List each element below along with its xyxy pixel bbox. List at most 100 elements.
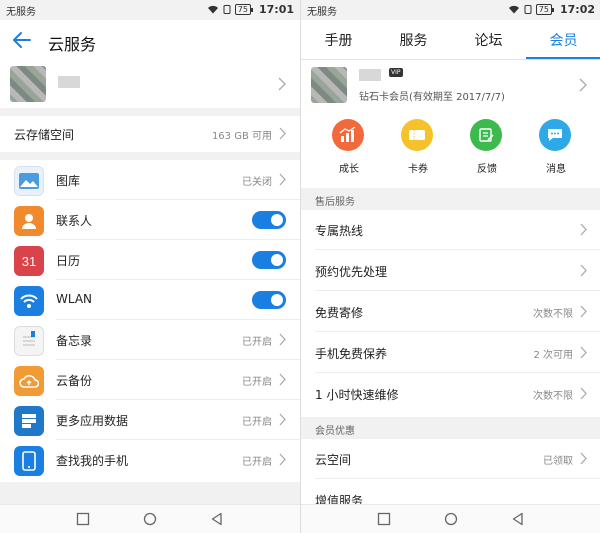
row-label: 云空间: [315, 453, 352, 467]
row-label: 增值服务: [315, 494, 364, 504]
active-tab-indicator: [526, 57, 600, 59]
quick-action-label: 成长: [339, 164, 359, 175]
app-row-find-my-phone[interactable]: 查找我的手机 已开启: [0, 440, 300, 480]
service-row-hotline[interactable]: 专属热线: [301, 210, 600, 250]
service-row-quick-repair[interactable]: 1 小时快速维修 次数不限: [301, 374, 600, 414]
quick-action-feedback[interactable]: 反馈: [452, 117, 522, 175]
app-label: 更多应用数据: [56, 414, 129, 428]
quick-action-label: 反馈: [477, 164, 497, 175]
section-gap: [0, 482, 300, 504]
app-row-wlan[interactable]: WLAN: [0, 280, 300, 320]
back-icon[interactable]: [511, 512, 525, 526]
contacts-icon: [14, 206, 44, 236]
feedback-edit-icon: [470, 119, 502, 151]
ticket-icon: [401, 119, 433, 151]
cloud-storage-row[interactable]: 云存储空间 163 GB 可用: [0, 116, 300, 152]
app-data-icon: [14, 406, 44, 436]
calendar-icon: 31: [14, 246, 44, 276]
back-arrow-icon[interactable]: [12, 30, 32, 50]
quick-action-label: 消息: [546, 164, 566, 175]
app-state: 已关闭: [242, 177, 272, 188]
quick-action-label: 卡券: [408, 164, 428, 175]
row-label: 预约优先处理: [315, 265, 388, 279]
clock: 17:01: [258, 3, 294, 16]
quick-action-coupons[interactable]: 卡券: [383, 117, 453, 175]
cloud-service-screen: 无服务 75 17:01 云服务 云存储空间 163 GB 可用 图库 已关闭: [0, 0, 300, 533]
quick-action-growth[interactable]: 成长: [314, 117, 384, 175]
app-label: WLAN: [56, 292, 93, 306]
benefit-row-value-added[interactable]: 增值服务: [301, 480, 600, 504]
chevron-right-icon: [579, 78, 587, 92]
section-title: 售后服务: [315, 197, 355, 208]
app-row-gallery[interactable]: 图库 已关闭: [0, 160, 300, 200]
gallery-icon: [14, 166, 44, 196]
account-name-blurred: [58, 76, 80, 88]
calendar-sync-toggle[interactable]: [252, 251, 286, 269]
battery-icon: 75: [234, 4, 254, 15]
app-label: 备忘录: [56, 334, 93, 348]
section-header-member-benefits: 会员优惠: [301, 417, 600, 439]
row-value: 次数不限: [533, 391, 573, 402]
app-state: 已开启: [242, 457, 272, 468]
row-label: 免费寄修: [315, 306, 364, 320]
tab-forum[interactable]: 论坛: [451, 30, 526, 50]
sim-icon: [524, 5, 532, 14]
tab-member[interactable]: 会员: [526, 30, 600, 50]
chevron-right-icon: [279, 453, 286, 466]
app-label: 联系人: [56, 214, 93, 228]
service-row-priority[interactable]: 预约优先处理: [301, 251, 600, 291]
message-bubble-icon: [539, 119, 571, 151]
row-value: 2 次可用: [533, 350, 573, 361]
app-label: 日历: [56, 254, 81, 268]
section-title: 会员优惠: [315, 426, 355, 437]
section-gap: [0, 108, 300, 116]
chevron-right-icon: [279, 413, 286, 426]
recent-apps-icon[interactable]: [377, 512, 391, 526]
app-row-contacts[interactable]: 联系人: [0, 200, 300, 240]
app-label: 图库: [56, 174, 81, 188]
row-label: 1 小时快速维修: [315, 388, 399, 402]
app-row-more-app-data[interactable]: 更多应用数据 已开启: [0, 400, 300, 440]
carrier-label: 无服务: [307, 7, 337, 18]
chevron-right-icon: [580, 305, 587, 318]
account-name-blurred: [359, 69, 381, 81]
row-value: 次数不限: [533, 309, 573, 320]
wifi-icon: [14, 286, 44, 316]
chevron-right-icon: [580, 452, 587, 465]
back-icon[interactable]: [210, 512, 224, 526]
app-row-notepad[interactable]: 备忘录 已开启: [0, 320, 300, 360]
chevron-right-icon: [279, 333, 286, 346]
app-label: 云备份: [56, 374, 93, 388]
header: 云服务: [0, 20, 300, 60]
home-icon[interactable]: [143, 512, 157, 526]
service-row-free-maintenance[interactable]: 手机免费保养 2 次可用: [301, 333, 600, 373]
benefit-row-cloud-space[interactable]: 云空间 已领取: [301, 439, 600, 479]
recent-apps-icon[interactable]: [76, 512, 90, 526]
chevron-right-icon: [580, 387, 587, 400]
section-header-after-sales: 售后服务: [301, 188, 600, 210]
chevron-right-icon: [278, 77, 286, 91]
storage-value: 163 GB 可用: [211, 131, 272, 142]
service-row-free-mail-repair[interactable]: 免费寄修 次数不限: [301, 292, 600, 332]
row-label: 专属热线: [315, 224, 364, 238]
app-row-calendar[interactable]: 31 日历: [0, 240, 300, 280]
tab-manual[interactable]: 手册: [301, 30, 376, 50]
wlan-sync-toggle[interactable]: [252, 291, 286, 309]
tab-services[interactable]: 服务: [376, 30, 451, 50]
member-account-row[interactable]: VIP 钻石卡会员(有效期至 2017/7/7): [301, 61, 600, 109]
find-phone-icon: [14, 446, 44, 476]
quick-action-messages[interactable]: 消息: [521, 117, 591, 175]
navigation-bar: [301, 504, 600, 533]
app-state: 已开启: [242, 377, 272, 388]
wifi-status-icon: [508, 5, 519, 14]
section-gap: [0, 152, 300, 160]
contacts-sync-toggle[interactable]: [252, 211, 286, 229]
home-icon[interactable]: [444, 512, 458, 526]
account-row[interactable]: [0, 60, 300, 108]
membership-level: 钻石卡会员(有效期至 2017/7/7): [359, 92, 505, 103]
wifi-status-icon: [207, 5, 218, 14]
chevron-right-icon: [580, 346, 587, 359]
app-row-cloud-backup[interactable]: 云备份 已开启: [0, 360, 300, 400]
sim-icon: [223, 5, 231, 14]
status-bar: 无服务 75 17:02: [301, 0, 600, 20]
